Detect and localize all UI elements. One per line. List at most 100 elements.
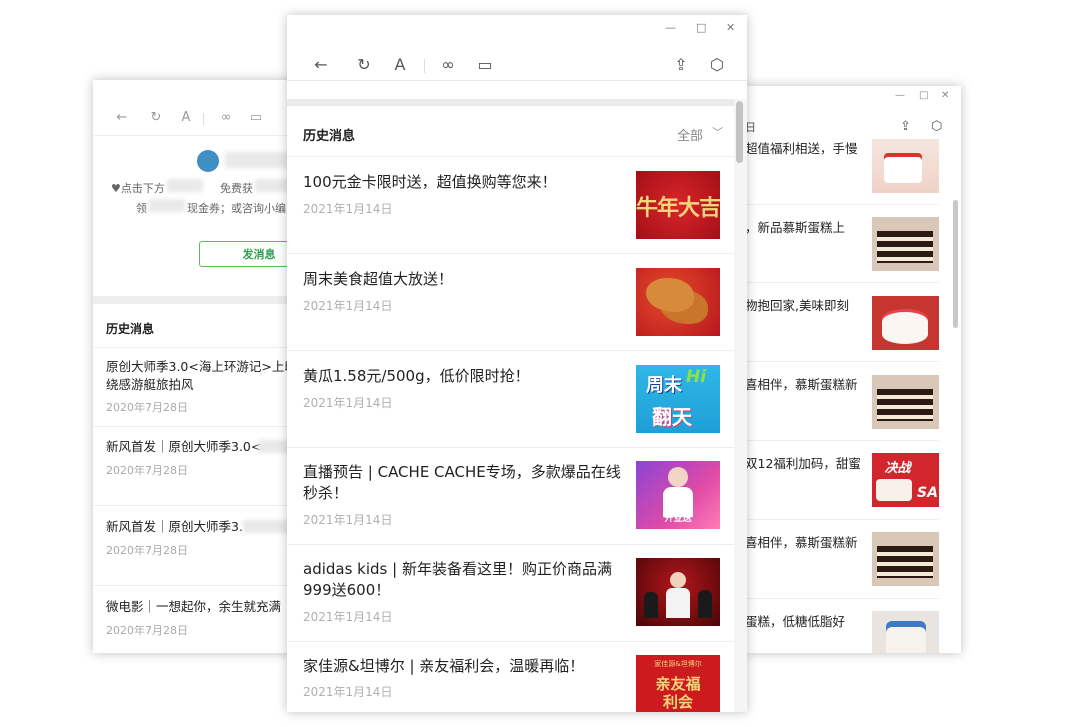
article-title: 100元金卡限时送，超值换购等您来！	[303, 173, 557, 191]
item-divider	[287, 641, 734, 642]
thumb-text: 翻天	[652, 405, 692, 429]
cake-thumbnail	[872, 611, 939, 653]
article-title[interactable]: 喜相伴，慕斯蛋糕新	[745, 374, 860, 393]
article-title: 原创大师季3.0<海上环游记>上印	[106, 359, 296, 374]
article-title-line2: 绕感游艇旅拍风	[106, 377, 194, 392]
cake-thumbnail	[872, 217, 939, 271]
article-title[interactable]: 蛋糕，低糖低脂好	[745, 611, 860, 630]
link-icon[interactable]: ∞	[438, 55, 458, 74]
right-window: — □ ✕ ⇪ ⬡ 日 超值福利相送，手慢 ，新品慕斯蛋糕上 物抱回家,美味即刻…	[745, 86, 961, 653]
avatar	[197, 150, 219, 172]
maximize-icon[interactable]: □	[696, 21, 706, 34]
article-title: 直播预告 | CACHE CACHE专场，多款爆品在线秒杀！	[303, 463, 621, 502]
food-thumbnail	[636, 268, 720, 336]
article-title: 周末美食超值大放送！	[303, 270, 454, 288]
thumb-text: 开业送	[664, 514, 692, 524]
article-title: adidas kids | 新年装备看这里！购正价商品满999送600！	[303, 560, 612, 599]
item-divider	[287, 350, 734, 351]
article-title[interactable]: 超值福利相送，手慢	[745, 138, 860, 157]
history-header: 历史消息	[303, 129, 356, 144]
section-gap	[93, 296, 305, 304]
intro-text-1: ♥点击下方	[111, 182, 165, 195]
header-divider	[93, 347, 305, 348]
minimize-icon[interactable]: —	[665, 21, 676, 34]
window-icon[interactable]: ▭	[247, 110, 265, 125]
article-date: 2020年7月28日	[106, 624, 188, 637]
promo-thumbnail: 家佳源&坦博尔 亲友福利会	[636, 655, 720, 712]
filter-label: 全部	[677, 129, 704, 144]
article-title: 微电影｜一想起你，余生就充满	[106, 599, 282, 614]
toolbar-divider-line	[93, 135, 305, 136]
maximize-icon[interactable]: □	[919, 90, 928, 101]
share-icon[interactable]: ⇪	[900, 119, 911, 134]
minimize-icon[interactable]: —	[895, 90, 905, 101]
cake-thumbnail	[872, 139, 939, 193]
refresh-icon[interactable]: ↻	[354, 55, 374, 74]
item-divider	[93, 585, 305, 586]
thumb-text: 牛年大吉	[636, 196, 720, 221]
cake-thumbnail	[872, 532, 939, 586]
article-title[interactable]: 物抱回家,美味即刻	[745, 295, 860, 314]
scrollbar[interactable]	[953, 200, 958, 328]
thumb-text: 亲友福利会	[655, 675, 701, 711]
close-icon[interactable]: ✕	[941, 90, 949, 101]
item-divider	[745, 204, 939, 205]
share-icon[interactable]: ⇪	[671, 55, 691, 74]
toolbar-divider	[424, 59, 425, 73]
article-date: 2020年7月28日	[106, 464, 188, 477]
item-divider	[745, 361, 939, 362]
thumb-text: SA	[917, 485, 938, 501]
article-title[interactable]: 喜相伴，慕斯蛋糕新	[745, 532, 860, 551]
kids-thumbnail	[636, 558, 720, 626]
cube-icon[interactable]: ⬡	[931, 119, 942, 134]
item-divider	[287, 447, 734, 448]
article-date: 2021年1月14日	[303, 299, 393, 313]
article-date: 2020年7月28日	[106, 401, 188, 414]
intro-text-1b: 免费获	[220, 182, 253, 195]
close-icon[interactable]: ✕	[726, 21, 735, 34]
chevron-down-icon: ﹀	[712, 126, 723, 139]
article-date: 2021年1月14日	[303, 610, 393, 624]
article-title: 家佳源&坦博尔 | 亲友福利会，温暖再临！	[303, 657, 585, 675]
article-title[interactable]: ，新品慕斯蛋糕上	[745, 217, 860, 236]
cube-icon[interactable]: ⬡	[707, 55, 727, 74]
article-date: 2021年1月14日	[303, 202, 393, 216]
window-icon[interactable]: ▭	[475, 55, 495, 74]
scrollbar-thumb[interactable]	[736, 101, 743, 163]
back-arrow-icon[interactable]: ←	[311, 55, 331, 74]
article-date: 2021年1月14日	[303, 513, 393, 527]
section-gap	[287, 99, 734, 106]
link-icon[interactable]: ∞	[217, 110, 235, 125]
promo-thumbnail: 牛年大吉	[636, 171, 720, 239]
live-thumbnail: 开业送	[636, 461, 720, 529]
item-divider	[287, 253, 734, 254]
promo-thumbnail: 周末 Hi 翻天	[636, 365, 720, 433]
item-divider	[93, 426, 305, 427]
blurred-text	[149, 199, 185, 212]
toolbar-divider-line	[287, 80, 747, 81]
back-arrow-icon[interactable]: ←	[113, 110, 131, 125]
history-header: 历史消息	[106, 322, 155, 336]
intro-text-2: 领	[136, 202, 147, 215]
blurred-account-name	[225, 152, 295, 168]
thumb-subtext: 家佳源&坦博尔	[654, 660, 702, 668]
article-date: 2020年7月28日	[106, 544, 188, 557]
article-date: 2021年1月14日	[303, 685, 393, 699]
font-size-icon[interactable]: A	[177, 110, 195, 125]
article-title[interactable]: 双12福利加码，甜蜜	[745, 453, 860, 472]
cake-thumbnail	[872, 296, 939, 350]
item-divider	[745, 282, 939, 283]
refresh-icon[interactable]: ↻	[147, 110, 165, 125]
scrollbar-track[interactable]	[734, 99, 747, 712]
item-divider	[745, 440, 939, 441]
blurred-text	[167, 179, 203, 192]
thumb-text: Hi	[685, 367, 707, 387]
cake-thumbnail	[872, 375, 939, 429]
item-divider	[745, 519, 939, 520]
intro-text-2b: 现金券；或咨询小编	[187, 202, 286, 215]
left-window: ← ↻ A ∞ ▭ ♥点击下方 免费获 领 现金券；或咨询小编 发消息 历史消息…	[93, 80, 305, 653]
header-divider	[287, 156, 734, 157]
item-divider	[93, 505, 305, 506]
toolbar-divider	[203, 113, 204, 125]
font-size-icon[interactable]: A	[390, 55, 410, 74]
